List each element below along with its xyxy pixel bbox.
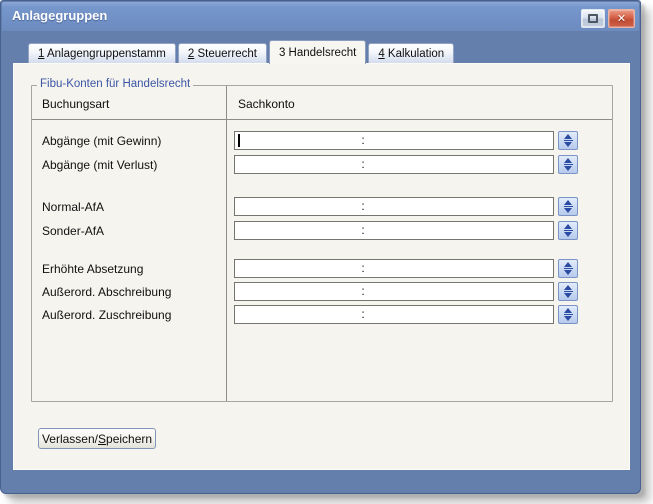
account-separator: :: [355, 199, 371, 213]
account-separator: :: [355, 223, 371, 237]
spinner-down-icon: [564, 208, 572, 213]
sachkonto-input-ausserord-zuschreibung[interactable]: :: [234, 305, 554, 324]
spinner-bar-icon: [564, 140, 573, 141]
spinner-bar-icon: [564, 230, 573, 231]
close-button[interactable]: ✕: [608, 9, 635, 28]
spinner-down-icon: [564, 232, 572, 237]
spinner-up-icon: [564, 200, 572, 205]
spinner-up-icon: [564, 158, 572, 163]
spinner-down-icon: [564, 293, 572, 298]
label-abgaenge-verlust: Abgänge (mit Verlust): [42, 158, 157, 172]
tab-steuerrecht[interactable]: 2 Steuerrecht: [178, 43, 267, 63]
spinner-down-icon: [564, 166, 572, 171]
account-separator: :: [355, 261, 371, 275]
spinner-down-icon: [564, 142, 572, 147]
label-abgaenge-gewinn: Abgänge (mit Gewinn): [42, 134, 161, 148]
groupbox-legend: Fibu-Konten für Handelsrecht: [37, 78, 193, 90]
column-header-sachkonto: Sachkonto: [238, 97, 295, 111]
restore-icon: [588, 14, 598, 23]
tab-kalkulation[interactable]: 4 Kalkulation: [368, 43, 454, 63]
sachkonto-input-ausserord-abschreibung[interactable]: :: [234, 282, 554, 301]
sachkonto-spinner-normal-afa[interactable]: [558, 197, 578, 216]
tab-anlagengruppenstamm[interactable]: 1 Anlagengruppenstamm: [28, 43, 176, 63]
label-ausserord-abschreibung: Außerord. Abschreibung: [42, 285, 171, 299]
tab-label: Anlagengruppenstamm: [44, 48, 165, 60]
spinner-up-icon: [564, 224, 572, 229]
header-divider-line: [32, 119, 612, 120]
sachkonto-input-abgaenge-verlust[interactable]: :: [234, 155, 554, 174]
sachkonto-input-erhoehte-absetzung[interactable]: :: [234, 259, 554, 278]
account-separator: :: [355, 133, 371, 147]
label-erhoehte-absetzung: Erhöhte Absetzung: [42, 262, 143, 276]
titlebar[interactable]: Anlagegruppen ✕: [2, 2, 639, 31]
spinner-up-icon: [564, 134, 572, 139]
label-ausserord-zuschreibung: Außerord. Zuschreibung: [42, 308, 171, 322]
close-icon: ✕: [617, 12, 626, 25]
account-separator: :: [355, 284, 371, 298]
spinner-down-icon: [564, 270, 572, 275]
button-label: Verlassen/: [42, 432, 98, 446]
tab-label: Kalkulation: [385, 48, 444, 60]
spinner-bar-icon: [564, 206, 573, 207]
button-mnemonic: S: [98, 432, 106, 446]
window-title: Anlagegruppen: [12, 8, 107, 23]
account-separator: :: [355, 307, 371, 321]
column-header-buchungsart: Buchungsart: [42, 97, 109, 111]
sachkonto-spinner-ausserord-abschreibung[interactable]: [558, 282, 578, 301]
sachkonto-spinner-abgaenge-gewinn[interactable]: [558, 131, 578, 150]
spinner-bar-icon: [564, 291, 573, 292]
tab-label: Steuerrecht: [194, 48, 257, 60]
spinner-bar-icon: [564, 314, 573, 315]
sachkonto-input-normal-afa[interactable]: :: [234, 197, 554, 216]
sachkonto-spinner-ausserord-zuschreibung[interactable]: [558, 305, 578, 324]
spinner-bar-icon: [564, 164, 573, 165]
spinner-up-icon: [564, 285, 572, 290]
spinner-bar-icon: [564, 268, 573, 269]
tab-label: Handelsrecht: [285, 47, 356, 59]
tab-handelsrecht[interactable]: 3 Handelsrecht: [269, 40, 366, 64]
spinner-down-icon: [564, 316, 572, 321]
dialog-window: Anlagegruppen ✕ 1 Anlagengruppenstamm 2 …: [0, 0, 641, 494]
text-caret: [238, 134, 240, 147]
account-separator: :: [355, 157, 371, 171]
sachkonto-spinner-erhoehte-absetzung[interactable]: [558, 259, 578, 278]
restore-button[interactable]: [581, 9, 605, 28]
spinner-up-icon: [564, 262, 572, 267]
label-normal-afa: Normal-AfA: [42, 200, 104, 214]
tab-strip: 1 Anlagengruppenstamm 2 Steuerrecht 3 Ha…: [28, 40, 454, 64]
sachkonto-spinner-sonder-afa[interactable]: [558, 221, 578, 240]
sachkonto-input-sonder-afa[interactable]: :: [234, 221, 554, 240]
sachkonto-spinner-abgaenge-verlust[interactable]: [558, 155, 578, 174]
sachkonto-input-abgaenge-gewinn[interactable]: :: [234, 131, 554, 150]
verlassen-speichern-button[interactable]: Verlassen/Speichern: [38, 428, 156, 449]
button-label: peichern: [106, 432, 152, 446]
column-divider-line: [226, 86, 227, 401]
spinner-up-icon: [564, 308, 572, 313]
label-sonder-afa: Sonder-AfA: [42, 224, 104, 238]
